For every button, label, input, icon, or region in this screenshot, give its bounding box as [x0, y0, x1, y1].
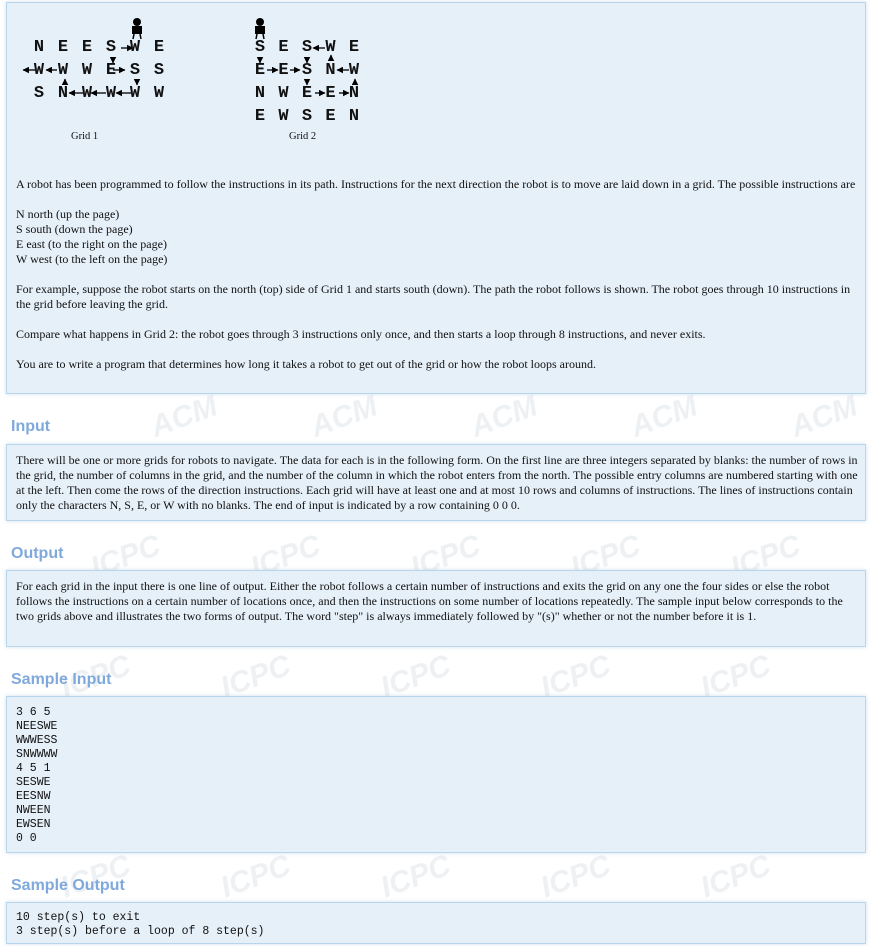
grid-cell: E — [153, 38, 165, 57]
description-text: A robot has been programmed to follow th… — [16, 177, 856, 372]
grid-cell: N — [348, 84, 360, 103]
grid-cell: S — [301, 38, 313, 57]
grid-cell: N — [254, 84, 266, 103]
task-paragraph: You are to write a program that determin… — [16, 357, 596, 371]
input-panel: There will be one or more grids for robo… — [6, 444, 866, 521]
watermark: ICPC — [216, 848, 295, 905]
grid-cell: W — [153, 84, 165, 103]
grid-cell: E — [278, 38, 289, 57]
grid-cell: E — [325, 84, 336, 103]
example-paragraph: For example, suppose the robot starts on… — [16, 282, 851, 311]
grid-cell: E — [81, 38, 93, 57]
intro-paragraph: A robot has been programmed to follow th… — [16, 177, 856, 191]
grid-cell: S — [129, 61, 141, 80]
compare-paragraph: Compare what happens in Grid 2: the robo… — [16, 327, 706, 341]
sample-output-heading: Sample Output — [11, 877, 125, 894]
grid-cell: E — [254, 61, 266, 80]
grid-cell: S — [301, 107, 313, 126]
watermark: ACM — [786, 389, 862, 444]
grid-cell: N — [57, 84, 69, 103]
output-heading: Output — [11, 545, 64, 562]
sample-output-code[interactable]: 10 step(s) to exit 3 step(s) before a lo… — [16, 911, 264, 939]
direction-west: W west (to the left on the page) — [16, 252, 168, 266]
grid-cell: W — [129, 38, 141, 57]
watermark: ACM — [626, 389, 702, 444]
direction-east: E east (to the right on the page) — [16, 237, 167, 251]
grid-cell: W — [105, 84, 117, 103]
grid-cell: E — [301, 84, 313, 103]
grid-2-caption: Grid 2 — [289, 131, 317, 142]
grid-cell: E — [325, 107, 336, 126]
grid-cell: S — [153, 61, 165, 80]
grid-cell: W — [325, 38, 336, 57]
grid-cell: S — [301, 61, 313, 80]
grid-cell: N — [325, 61, 336, 80]
watermark: ACM — [466, 389, 542, 444]
grid-cell: E — [254, 107, 266, 126]
input-heading: Input — [11, 418, 51, 435]
sample-output-panel[interactable]: 10 step(s) to exit 3 step(s) before a lo… — [6, 902, 866, 944]
grid-cell: W — [278, 107, 289, 126]
grid-cell: E — [105, 61, 117, 80]
watermark: ACM — [306, 389, 382, 444]
grid-cell: N — [33, 38, 45, 57]
grid-cell: S — [33, 84, 45, 103]
grid-cell: E — [278, 61, 289, 80]
grid-cell: W — [33, 61, 45, 80]
description-panel: NEESWEWWWESSSNWWWW SESWEEESNWNWEENEWSEN … — [6, 2, 866, 394]
output-description: For each grid in the input there is one … — [16, 579, 843, 623]
sample-input-code[interactable]: 3 6 5 NEESWE WWWESS SNWWWW 4 5 1 SESWE E… — [16, 706, 57, 846]
grid-1-caption: Grid 1 — [71, 131, 99, 142]
grid-cell: E — [57, 38, 69, 57]
sample-input-heading: Sample Input — [11, 671, 112, 688]
grid-cell: S — [105, 38, 117, 57]
robot-icon — [255, 18, 265, 40]
grid-cell: W — [81, 84, 93, 103]
grid-cell: W — [81, 61, 93, 80]
grid-cell: W — [57, 61, 69, 80]
watermark: ICPC — [536, 848, 615, 905]
sample-input-panel[interactable]: 3 6 5 NEESWE WWWESS SNWWWW 4 5 1 SESWE E… — [6, 696, 866, 853]
robot-icon — [132, 18, 142, 40]
grid-cell: W — [129, 84, 141, 103]
grid-cell: W — [348, 61, 360, 80]
direction-south: S south (down the page) — [16, 222, 133, 236]
output-panel: For each grid in the input there is one … — [6, 570, 866, 647]
robot-grid-figure: NEESWEWWWESSSNWWWW SESWEEESNWNWEENEWSEN … — [21, 13, 381, 153]
watermark: ICPC — [696, 848, 775, 905]
grid-cell: E — [348, 38, 360, 57]
grid-cell: N — [348, 107, 360, 126]
direction-north: N north (up the page) — [16, 207, 120, 221]
grid-cell: W — [278, 84, 289, 103]
watermark: ICPC — [376, 848, 455, 905]
input-description: There will be one or more grids for robo… — [16, 453, 858, 512]
watermark: ACM — [146, 389, 222, 444]
grid-cell: S — [254, 38, 266, 57]
